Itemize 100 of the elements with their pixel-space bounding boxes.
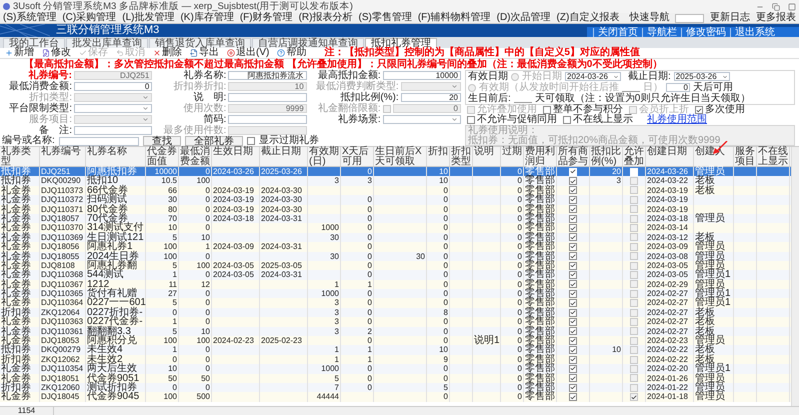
table-row[interactable]: 礼金券 DJQ110369 生日测试121 5 10 30 0 0 0 零售部 2024-03-12 老板: [0, 232, 791, 242]
menu-item[interactable]: (R)报表分析: [298, 13, 352, 23]
column-header[interactable]: 折扣: [427, 147, 450, 166]
checkbox[interactable]: [569, 290, 577, 298]
column-header[interactable]: 说明: [473, 147, 501, 166]
checkbox[interactable]: [569, 224, 577, 232]
tab[interactable]: 抵扣礼券管理: [365, 38, 437, 48]
checkbox[interactable]: [630, 308, 638, 317]
checkbox[interactable]: [569, 308, 577, 317]
checkbox[interactable]: [695, 106, 703, 114]
checkbox[interactable]: [630, 280, 638, 288]
column-header[interactable]: 折扣类型: [450, 147, 473, 166]
menu-link[interactable]: 更多报表: [756, 13, 796, 23]
column-header[interactable]: 礼券名称: [86, 147, 146, 166]
menu-item[interactable]: (D)次品管理: [496, 13, 550, 23]
input-field[interactable]: 0: [74, 82, 152, 91]
tab[interactable]: 销售退货入库单查询: [149, 38, 251, 48]
checkbox[interactable]: [569, 196, 577, 204]
date-field[interactable]: 2024-03-26: [565, 72, 621, 81]
checkbox[interactable]: [630, 393, 638, 402]
column-header[interactable]: 礼券类型: [0, 147, 40, 166]
table-row[interactable]: 礼金券 DJQ18053 阿惠积分兑 100 100 2024-02-23 2025-02-23 0 0 说明1 0 零售部 2024-02-23 管理员: [0, 336, 791, 346]
quick-nav-field[interactable]: [675, 14, 704, 22]
checkbox[interactable]: [569, 280, 577, 288]
checkbox[interactable]: [630, 364, 638, 373]
menu-item[interactable]: (S)零售管理: [358, 13, 412, 23]
column-header[interactable]: 不在线上显示: [757, 147, 790, 166]
table-row[interactable]: 抵扣券 DKQ00290 抵扣10 10.5 100 3 3 10 0 零售部 3 2024-03-22 老板: [0, 176, 791, 186]
dropdown-field[interactable]: [74, 104, 152, 113]
table-row[interactable]: 礼金券 DJQ18051 代金券9051 50 50 5 0 0 0 零售部 2024-01-26 管理员: [0, 374, 791, 383]
table-row[interactable]: 礼金券 DJQ110370 314测试支付 10 0 1000 0 0 0 零售部 2024-03-14: [0, 223, 791, 233]
column-header[interactable]: 创建日期: [646, 147, 694, 166]
toolbar-button[interactable]: 导出: [188, 48, 221, 58]
checkbox[interactable]: [563, 116, 571, 124]
table-row[interactable]: 抵扣券 DKQ00279 未生效4 1 0 1 1 10 0 零售部 10 2024-02-22 老板: [0, 345, 791, 355]
dropdown-field[interactable]: [382, 115, 461, 124]
checkbox[interactable]: [569, 177, 577, 186]
checkbox[interactable]: [630, 384, 638, 392]
checkbox[interactable]: [630, 233, 638, 242]
input-field[interactable]: [228, 115, 307, 124]
input-field[interactable]: 0: [666, 83, 690, 92]
menu-item[interactable]: (S)系统管理: [3, 13, 56, 23]
checkbox[interactable]: [569, 384, 577, 392]
table-row[interactable]: 折扣券 ZKQ12060 测试折扣券 0 0 7 0 5 0 零售部 2024-01-22 管理员: [0, 382, 791, 392]
checkbox[interactable]: [467, 116, 475, 124]
checkbox[interactable]: [630, 336, 638, 345]
checkbox[interactable]: [630, 299, 638, 308]
restore-icon[interactable]: [772, 2, 780, 10]
table-row[interactable]: 礼金券 DJQ110364 0227一一601 5 0 3 0 0 0 零售部 2024-02-27 管理员1: [0, 298, 791, 308]
tab[interactable]: 我的工作台: [3, 38, 65, 48]
checkbox[interactable]: [569, 186, 577, 194]
checkbox[interactable]: [569, 393, 577, 402]
table-row[interactable]: 礼金券 DJQ110363 0227代金券- 1 0 3 0 0 0 零售部 2024-02-27 老板: [0, 317, 791, 327]
checkbox[interactable]: [630, 196, 638, 204]
column-header[interactable]: 生效日期: [212, 147, 260, 166]
checkbox[interactable]: [630, 318, 638, 326]
table-row[interactable]: 礼金券 DJQ110372 扫码测试 30 0 2024-03-19 2024-03-30 0 0 0 零售部 2024-03-19: [0, 195, 791, 205]
checkbox[interactable]: [630, 177, 638, 186]
input-field[interactable]: 阿惠抵扣券流水: [228, 71, 307, 80]
checkbox[interactable]: [569, 374, 577, 382]
checkbox[interactable]: [569, 233, 577, 242]
search-button[interactable]: 全部礼券: [184, 136, 243, 146]
checkbox[interactable]: [630, 327, 638, 336]
checkbox[interactable]: [630, 270, 638, 279]
checkbox[interactable]: [569, 214, 577, 223]
checkbox[interactable]: [569, 336, 577, 345]
toolbar-button[interactable]: 删除: [151, 48, 184, 58]
toolbar-button[interactable]: 帮助: [275, 48, 308, 58]
table-row[interactable]: 礼金券 DJQ18057 70代金券 70 0 2024-03-18 2024-03-31 0 0 0 零售部 2024-03-18 管理员: [0, 214, 791, 224]
table-row[interactable]: 礼金券 DJQ110354 两天后生效 10 0 1000 0 0 0 零售部 2024-02-20 管理员1: [0, 364, 791, 374]
checkbox[interactable]: [569, 356, 577, 364]
input-field[interactable]: 10000: [382, 71, 461, 80]
menu-item[interactable]: (Z)自定义报表: [556, 13, 620, 23]
maximize-icon[interactable]: [788, 2, 796, 10]
checkbox[interactable]: [569, 299, 577, 308]
search-button[interactable]: 查找: [142, 136, 181, 146]
tab[interactable]: 自营店调拨通知单查询: [252, 38, 364, 48]
column-header[interactable]: 服务项目: [734, 147, 757, 166]
column-header[interactable]: 抵扣比例(%): [590, 147, 623, 166]
scrollbar[interactable]: [791, 147, 799, 406]
checkbox[interactable]: [543, 106, 551, 114]
table-row[interactable]: 礼金券 DJQ110365 货付有礼赠 27 0 1000 0 0 0 零售部 2024-02-27 管理员1: [0, 289, 791, 298]
menu-item[interactable]: (L)批发管理: [122, 13, 174, 23]
checkbox[interactable]: [569, 364, 577, 373]
checkbox[interactable]: [569, 318, 577, 326]
checkbox[interactable]: [630, 214, 638, 223]
toolbar-button[interactable]: 退出(V): [225, 48, 272, 58]
input-field[interactable]: 20: [400, 93, 461, 102]
checkbox[interactable]: [569, 242, 577, 251]
table-row[interactable]: 礼金券 DJQ18056 阿惠礼券1 100 1 2024-03-09 2024-03-31 0 0 0 零售部 2024-03-09 管理员: [0, 242, 791, 252]
checkbox[interactable]: [630, 224, 638, 232]
menu-item[interactable]: (K)库存管理: [180, 13, 234, 23]
checkbox[interactable]: [630, 290, 638, 298]
checkbox[interactable]: [630, 262, 638, 270]
checkbox[interactable]: [569, 205, 577, 214]
checkbox[interactable]: [630, 252, 638, 260]
checkbox[interactable]: [569, 262, 577, 270]
column-header[interactable]: 有效期(日): [308, 147, 341, 166]
checkbox[interactable]: [630, 186, 638, 194]
menu-item[interactable]: (F)财务管理: [240, 13, 293, 23]
